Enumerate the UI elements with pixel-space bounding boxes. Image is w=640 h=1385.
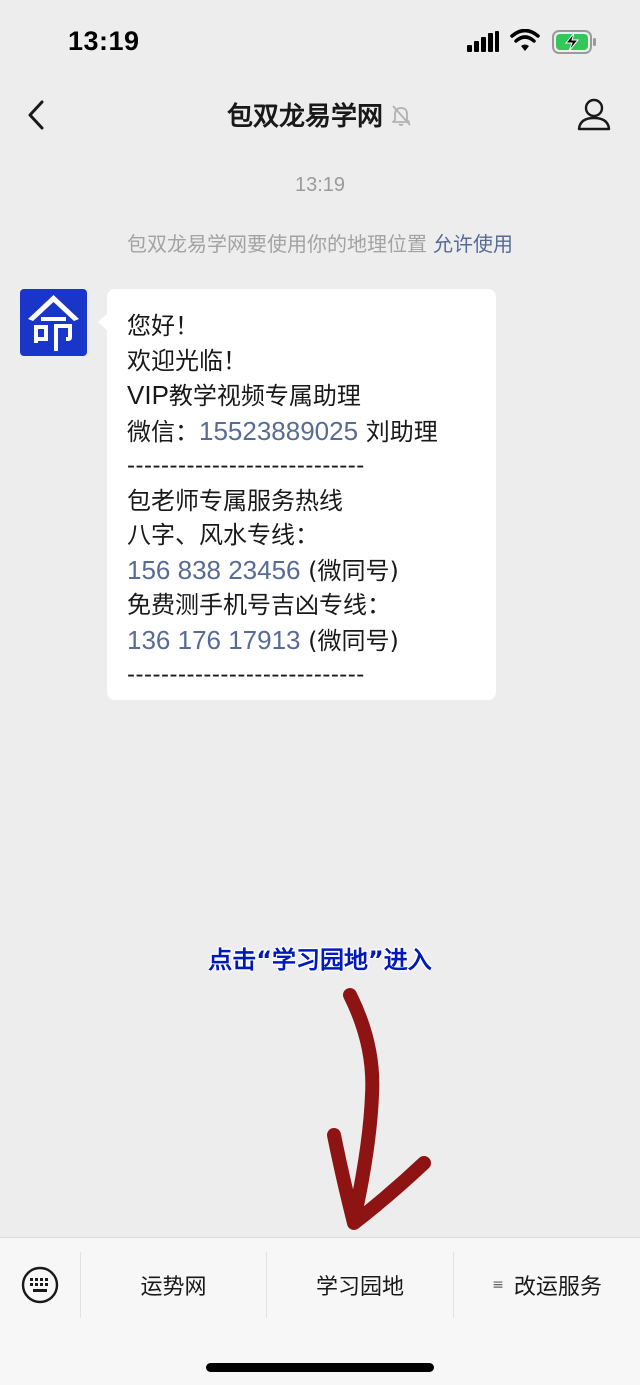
chat-title: 包双龙易学网 [0, 96, 640, 133]
menu-item-label: 学习园地 [315, 1275, 404, 1300]
message-line: 您好！ [127, 312, 199, 340]
menu-item-label: 运势网 [140, 1275, 207, 1300]
wechat-number-link[interactable]: 15523889025 [199, 416, 358, 446]
navigation-bar: 包双龙易学网 [0, 86, 640, 146]
vip-text: VIP [127, 380, 169, 410]
allow-location-link[interactable]: 允许使用 [433, 232, 513, 256]
message-bubble[interactable]: 您好！ 欢迎光临！ VIP教学视频专属助理 微信：15523889025 刘助理… [98, 289, 496, 700]
home-indicator[interactable] [206, 1363, 434, 1372]
submenu-icon: ≡ [492, 1277, 504, 1293]
phone-test-number-link[interactable]: 136 176 17913 [127, 625, 301, 655]
fengshui-line: 156 838 23456 (微同号) [127, 553, 476, 589]
cellular-signal-icon [467, 31, 499, 52]
keyboard-icon [21, 1266, 59, 1304]
wechat-label: 微信： [127, 417, 199, 446]
menu-item-fortune[interactable]: 运势网 [80, 1252, 266, 1318]
status-time: 13:19 [68, 26, 140, 56]
sender-avatar[interactable] [20, 289, 87, 356]
message-line: 欢迎光临！ [127, 346, 247, 375]
phone-test-suffix: (微同号) [300, 626, 399, 655]
location-permission-text: 包双龙易学网要使用你的地理位置 [127, 232, 427, 256]
keyboard-toggle-button[interactable] [0, 1238, 80, 1332]
chat-title-text: 包双龙易学网 [226, 102, 383, 132]
assistant-title-text: 教学视频专属助理 [168, 382, 361, 410]
phone-test-line: 136 176 17913 (微同号) [127, 623, 476, 659]
menu-item-label: 改运服务 [513, 1275, 602, 1300]
status-bar: 13:19 [0, 0, 640, 86]
menu-item-study-garden[interactable]: 学习园地 [266, 1252, 453, 1318]
profile-icon[interactable] [576, 96, 612, 132]
wechat-suffix: 刘助理 [358, 417, 438, 446]
down-arrow-annotation-icon [327, 988, 431, 1230]
wechat-line: 微信：15523889025 刘助理 [127, 414, 476, 450]
phone-test-label: 免费测手机号吉凶专线： [127, 591, 391, 619]
text-divider: ---------------------------- [127, 661, 365, 688]
battery-charging-icon [552, 30, 596, 54]
text-divider: ---------------------------- [127, 452, 365, 479]
message-line: VIP教学视频专属助理 [127, 378, 476, 414]
bottom-menu-bar: 运势网 学习园地 ≡ 改运服务 [0, 1237, 640, 1385]
avatar-logo-icon [28, 295, 79, 351]
wifi-icon [510, 29, 540, 51]
location-permission-notice: 包双龙易学网要使用你的地理位置 允许使用 [0, 228, 640, 257]
instruction-annotation: 点击“学习园地”进入 [208, 946, 432, 974]
fengshui-suffix: (微同号) [300, 556, 399, 585]
mute-bell-icon [392, 104, 411, 126]
fengshui-number-link[interactable]: 156 838 23456 [127, 555, 301, 585]
menu-item-luck-service[interactable]: ≡ 改运服务 [453, 1252, 640, 1318]
fengshui-label: 八字、风水专线： [127, 521, 319, 549]
message-timestamp: 13:19 [294, 174, 346, 196]
hotline-title: 包老师专属服务热线 [127, 486, 343, 515]
